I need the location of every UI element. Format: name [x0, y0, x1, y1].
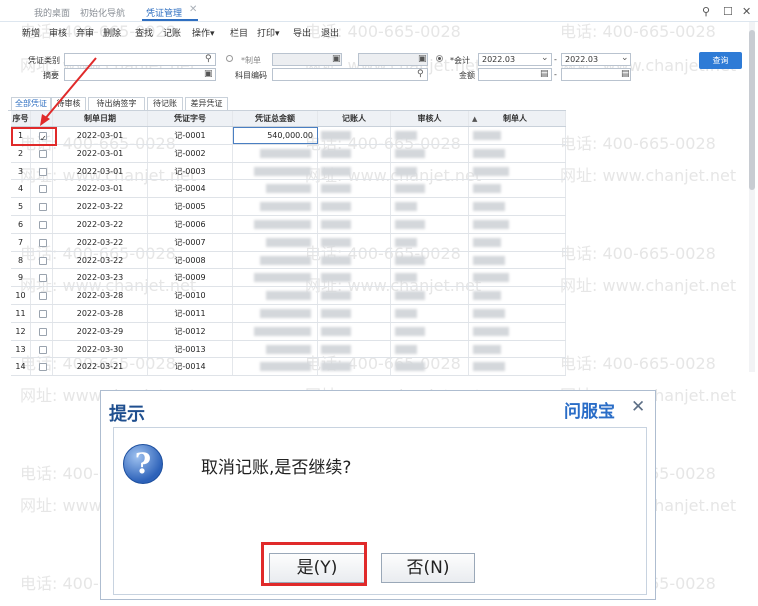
confirm-dialog: 提示 问服宝 ✕ ? 取消记账,是否继续? 是(Y) 否(N) — [100, 390, 656, 600]
dialog-title: 提示 — [109, 404, 145, 425]
dialog-brand: 问服宝 — [564, 402, 615, 422]
dialog-body — [113, 427, 647, 595]
close-icon[interactable]: ✕ — [631, 397, 645, 417]
annotation-arrow — [43, 57, 97, 121]
no-button[interactable]: 否(N) — [381, 553, 475, 583]
question-icon: ? — [123, 444, 163, 484]
dialog-message: 取消记账,是否继续? — [201, 458, 352, 478]
annotation-yes-highlight — [261, 542, 367, 586]
